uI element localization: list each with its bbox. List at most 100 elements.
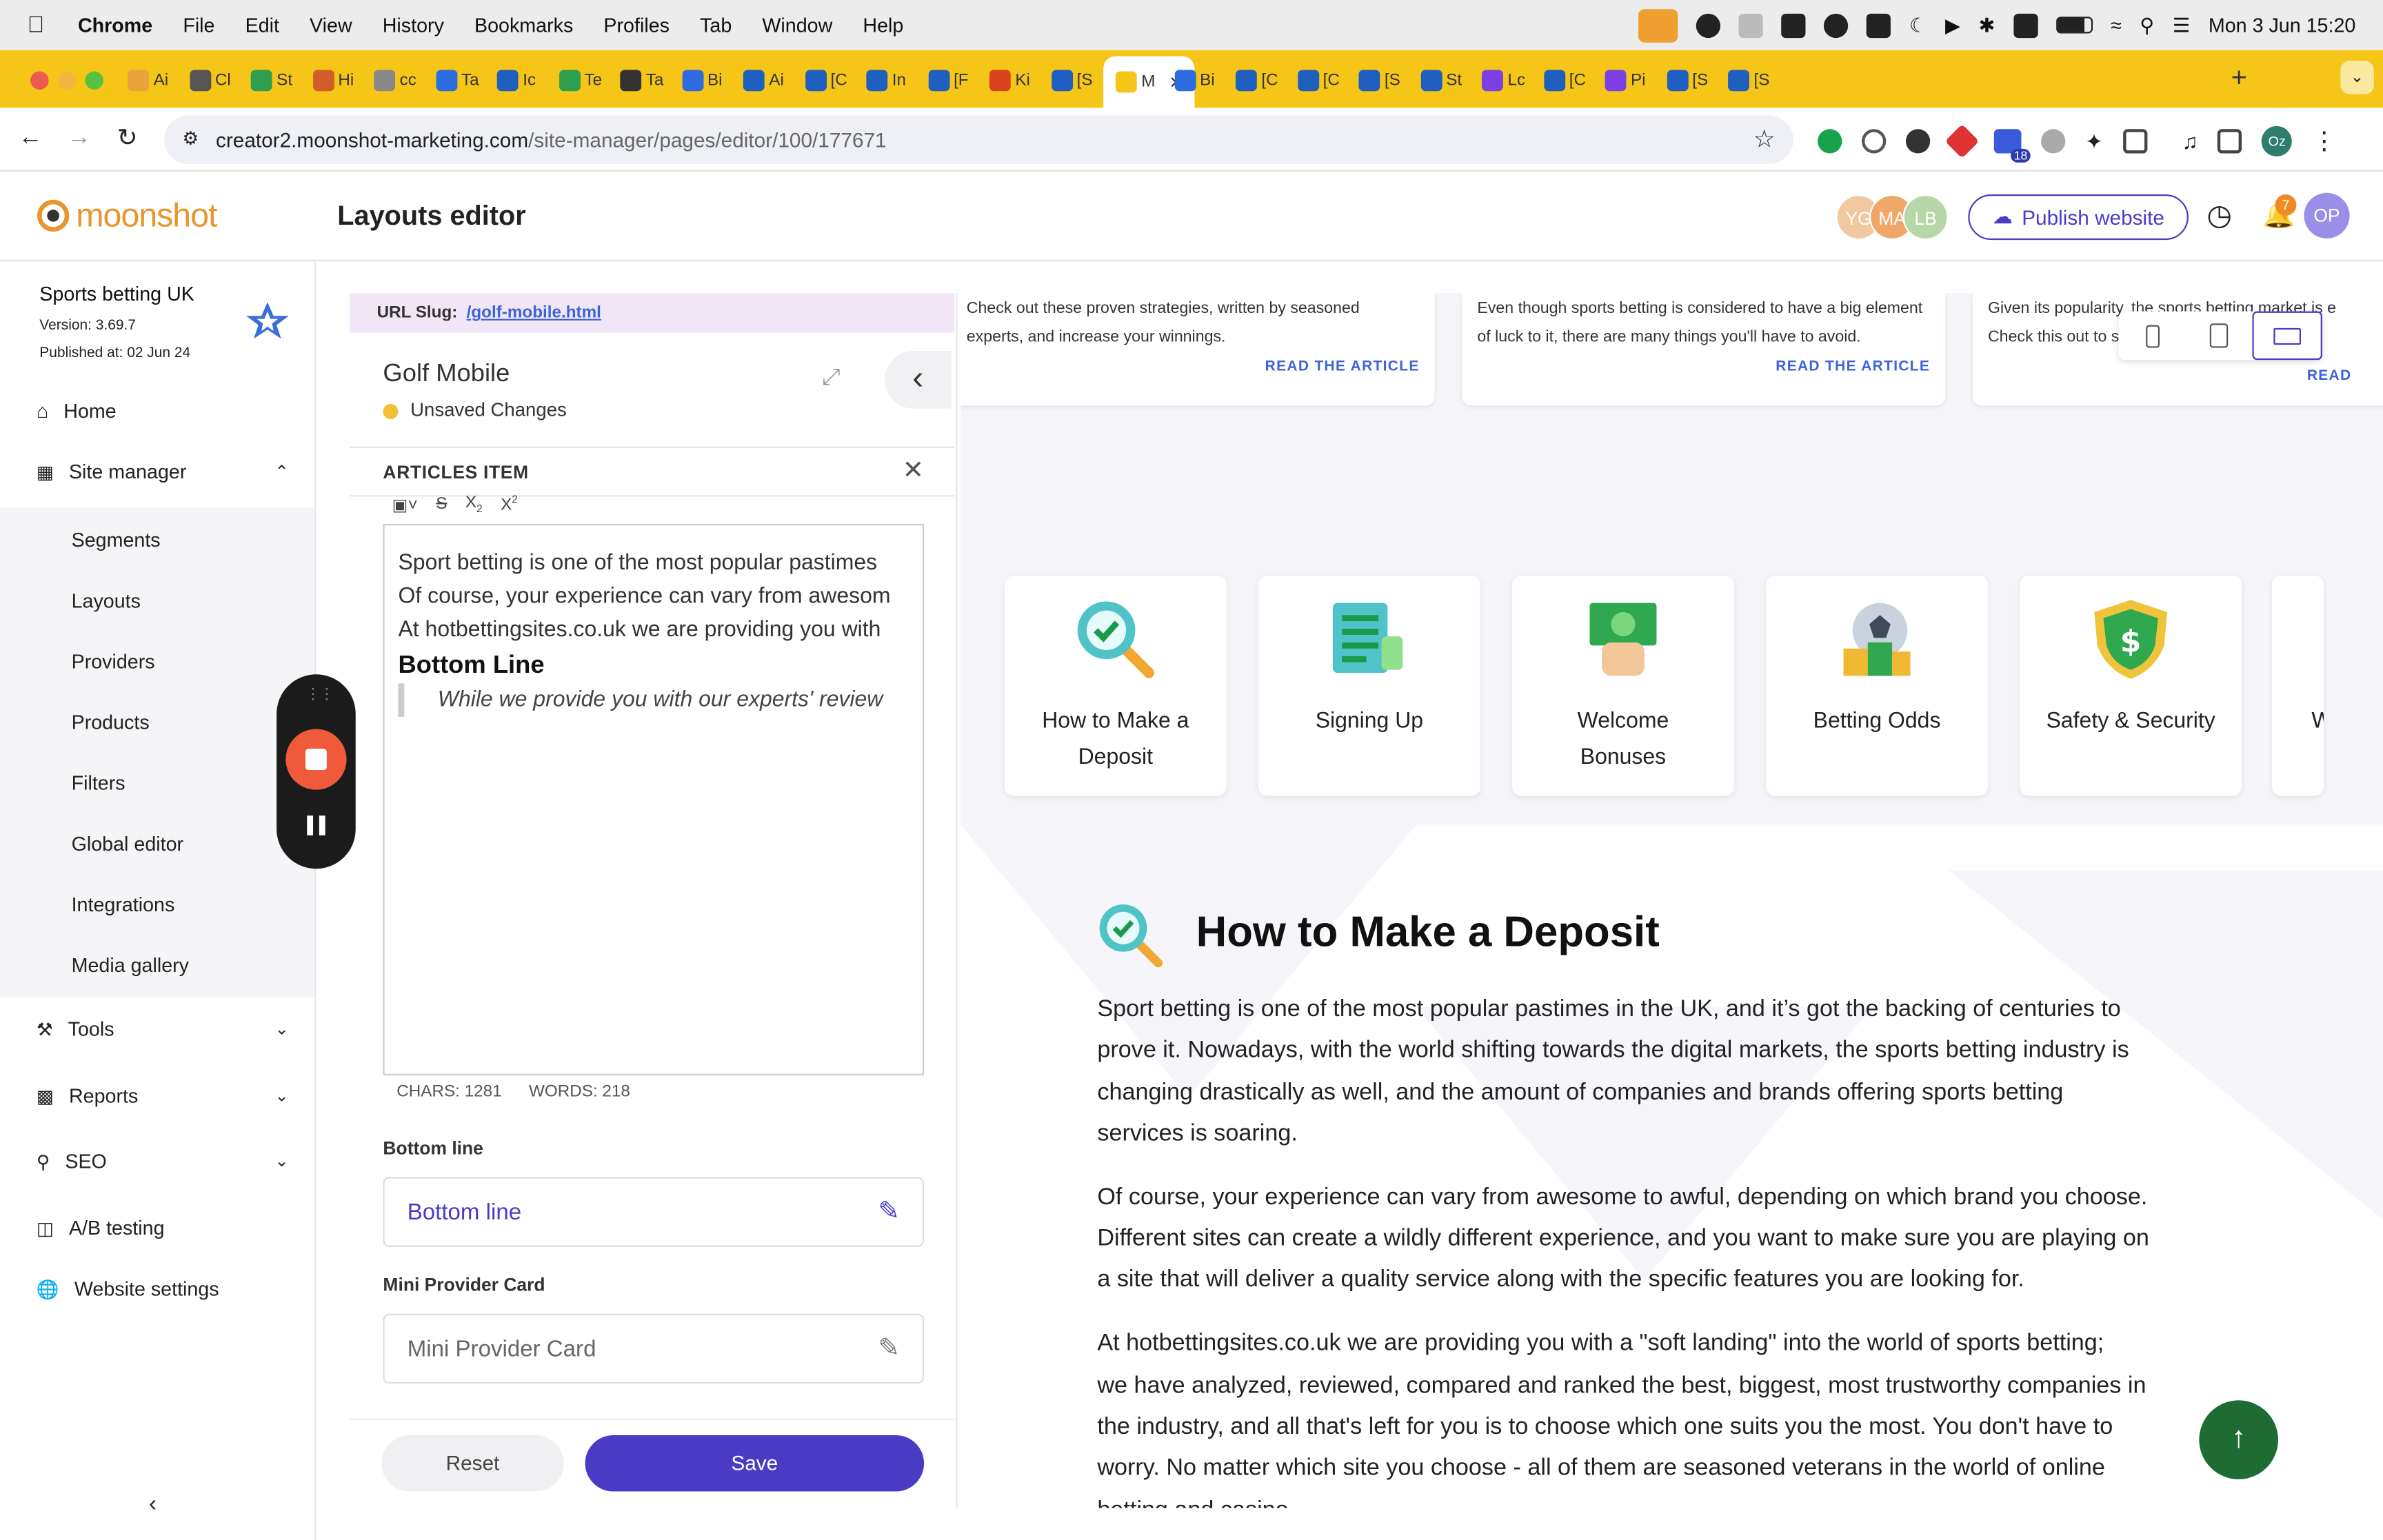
edit-pencil-icon[interactable]: ✎ [878, 1197, 899, 1227]
user-avatar[interactable]: OP [2304, 192, 2350, 239]
menu-history[interactable]: History [383, 14, 444, 37]
save-button[interactable]: Save [585, 1435, 925, 1492]
p-app-icon[interactable] [1867, 12, 1891, 37]
sidebar-item-products[interactable]: Products [72, 711, 150, 733]
ext-icon-7[interactable]: ✦ [2085, 128, 2103, 154]
rich-text-editor[interactable]: Sport betting is one of the most popular… [383, 524, 925, 1075]
article-teaser-card[interactable]: Even though sports betting is considered… [1462, 293, 1946, 406]
browser-tab[interactable]: [C [805, 59, 847, 102]
reset-button[interactable]: Reset [381, 1435, 564, 1492]
category-card-signing-up[interactable]: Signing Up [1258, 576, 1480, 796]
browser-tab[interactable]: Hi [312, 59, 354, 102]
browser-tab[interactable]: Bi [1174, 59, 1215, 102]
microphone-icon[interactable] [1638, 8, 1678, 42]
browser-tab[interactable]: [S [1358, 59, 1400, 102]
browser-tab[interactable]: Cl [189, 59, 231, 102]
grammarly-icon[interactable] [1824, 12, 1849, 37]
browser-tab[interactable]: St [250, 59, 292, 102]
battery-icon[interactable] [2055, 17, 2093, 34]
browser-tab[interactable]: [S [1051, 59, 1093, 102]
collapse-sidebar-icon[interactable]: ‹ [149, 1492, 157, 1517]
menu-profiles[interactable]: Profiles [603, 14, 670, 37]
drag-handle-icon[interactable]: ⋮⋮ [305, 687, 334, 703]
wifi-icon[interactable]: ≈ [2111, 14, 2122, 37]
sidebar-item-seo[interactable]: ⚲ SEO ⌄ [37, 1150, 289, 1173]
sidebar-item-providers[interactable]: Providers [72, 650, 155, 673]
window-close-button[interactable] [30, 71, 49, 90]
category-card-safety-security[interactable]: $ Safety & Security [2020, 576, 2242, 796]
browser-tab[interactable]: [F [927, 59, 969, 102]
forward-icon[interactable]: → [67, 125, 91, 152]
extensions-puzzle-icon[interactable] [2122, 129, 2147, 154]
favorite-star-icon[interactable] [243, 299, 292, 342]
browser-tab[interactable]: Ai [128, 59, 168, 102]
read-article-link[interactable]: READ THE ARTICLE [967, 352, 1420, 381]
stop-recording-button[interactable] [285, 729, 347, 790]
media-insert-icon[interactable]: ▣˅ [392, 494, 418, 514]
tablet-view-icon[interactable] [2185, 312, 2252, 361]
spotlight-icon[interactable]: ⚲ [2140, 13, 2154, 37]
reload-icon[interactable]: ↻ [117, 123, 138, 153]
ext-icon-3[interactable] [1905, 129, 1931, 154]
browser-tab[interactable]: [C [1297, 59, 1340, 102]
grammarly-ext-icon[interactable] [1818, 129, 1842, 154]
close-icon[interactable]: ✕ [903, 456, 924, 486]
site-info-icon[interactable]: ⚙ [182, 128, 199, 149]
menu-file[interactable]: File [183, 14, 214, 37]
browser-tab[interactable]: Ta [620, 59, 663, 102]
menu-help[interactable]: Help [863, 14, 903, 37]
apple-icon[interactable]:  [28, 12, 45, 38]
browser-tab[interactable]: Ta [435, 59, 479, 102]
profile-avatar[interactable]: Oz [2262, 125, 2293, 156]
superscript-icon[interactable]: X2 [501, 495, 518, 514]
mini-provider-field[interactable]: Mini Provider Card ✎ [383, 1313, 925, 1384]
desktop-view-icon[interactable] [2252, 311, 2322, 361]
sidebar-item-global-editor[interactable]: Global editor [72, 832, 183, 855]
sidebar-item-segments[interactable]: Segments [72, 529, 161, 551]
browser-tab[interactable]: [C [1235, 59, 1278, 102]
play-icon[interactable]: ▶ [1945, 13, 1960, 37]
pause-icon[interactable] [307, 815, 325, 835]
ext-icon-8[interactable] [2218, 129, 2242, 154]
sidebar-item-tools[interactable]: ⚒ Tools ⌄ [37, 1017, 289, 1040]
menu-view[interactable]: View [310, 14, 352, 37]
browser-tab[interactable]: [C [1543, 59, 1586, 102]
sidebar-item-filters[interactable]: Filters [72, 771, 125, 794]
moon-icon[interactable]: ☾ [1909, 13, 1927, 37]
browser-tab[interactable]: Ai [743, 59, 784, 102]
article-teaser-card[interactable]: Check out these proven strategies, writt… [960, 293, 1435, 406]
bottom-line-field[interactable]: Bottom line ✎ [383, 1177, 925, 1247]
menu-window[interactable]: Window [762, 14, 832, 37]
browser-tab[interactable]: [S [1728, 59, 1769, 102]
ext-badge-icon[interactable]: 18 [1993, 129, 2031, 163]
back-icon[interactable]: ← [18, 125, 42, 152]
url-slug-link[interactable]: /golf-mobile.html [467, 304, 601, 322]
sidebar-item-website-settings[interactable]: 🌐 Website settings [37, 1277, 219, 1300]
category-card-betting-odds[interactable]: Betting Odds [1766, 576, 1988, 796]
category-card-deposit[interactable]: How to Make a Deposit [1004, 576, 1227, 796]
menu-tab[interactable]: Tab [700, 14, 732, 37]
logo[interactable]: moonshot [37, 196, 217, 235]
browser-tab[interactable]: Lc [1481, 59, 1525, 102]
ext-icon-2[interactable] [1862, 129, 1887, 154]
sidebar-item-reports[interactable]: ▩ Reports ⌄ [37, 1084, 289, 1107]
mobile-view-icon[interactable] [2119, 312, 2186, 361]
menubar-datetime[interactable]: Mon 3 Jun 15:20 [2209, 14, 2355, 37]
edit-pencil-icon[interactable]: ✎ [878, 1333, 899, 1364]
sidebar-item-ab-testing[interactable]: ◫ A/B testing [37, 1217, 165, 1239]
chrome-menu-icon[interactable]: ⋮ [2312, 126, 2336, 156]
search-app-icon[interactable] [1696, 12, 1721, 37]
category-card-partial[interactable]: W [2272, 576, 2324, 796]
control-center-icon[interactable]: ☰ [2173, 13, 2191, 37]
sidebar-item-site-manager[interactable]: ▦ Site manager ⌃ [37, 460, 289, 483]
read-article-link[interactable]: READ THE ARTICLE [1477, 352, 1930, 381]
window-minimize-button[interactable] [57, 71, 77, 90]
menu-edit[interactable]: Edit [245, 14, 279, 37]
drive-icon[interactable] [1781, 12, 1807, 37]
address-bar[interactable]: ⚙ creator2.moonshot-marketing.com/site-m… [164, 115, 1793, 164]
browser-tab[interactable]: Ic [496, 59, 536, 102]
browser-tab[interactable]: [S [1666, 59, 1708, 102]
sidebar-item-layouts[interactable]: Layouts [72, 589, 141, 612]
bookmark-star-icon[interactable]: ☆ [1753, 125, 1776, 155]
window-icon[interactable] [1739, 12, 1764, 37]
